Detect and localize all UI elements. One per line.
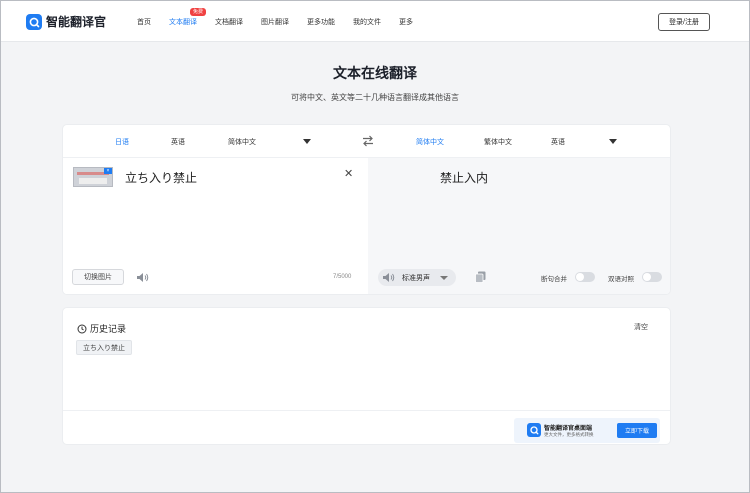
nav-text-translate[interactable]: 文本翻译 免费 [169, 8, 207, 27]
top-header: 智能翻译官 首页 文本翻译 免费 文档翻译 图片翻译 更多功能 我的文件 更多 … [1, 1, 749, 42]
source-lang-dropdown-icon[interactable] [303, 139, 311, 144]
promo-subtitle: 更大文件，更多格式转换 [544, 432, 594, 437]
target-lang-traditional-chinese[interactable]: 繁体中文 [484, 137, 512, 147]
clear-input-icon[interactable]: ✕ [344, 169, 353, 180]
thumbnail-close-icon[interactable]: × [104, 168, 112, 174]
target-lang-simplified-chinese[interactable]: 简体中文 [416, 137, 444, 147]
nav-more-features[interactable]: 更多功能 [307, 17, 335, 27]
nav-my-files[interactable]: 我的文件 [353, 17, 381, 27]
source-lang-simplified-chinese[interactable]: 简体中文 [228, 137, 256, 147]
nav-home[interactable]: 首页 [137, 17, 151, 27]
nav-more[interactable]: 更多 [399, 17, 413, 27]
desktop-app-promo: 智能翻译官桌面端 更大文件，更多格式转换 立即下载 [514, 418, 660, 443]
nav-image-translate[interactable]: 图片翻译 [261, 17, 289, 27]
page-subtitle: 可将中文、英文等二十几种语言翻译成其他语言 [291, 93, 459, 102]
download-now-button[interactable]: 立即下载 [617, 423, 657, 438]
character-count: 7/5000 [333, 274, 352, 280]
target-lang-english[interactable]: 英语 [551, 137, 565, 147]
source-lang-japanese[interactable]: 日语 [115, 137, 129, 147]
free-badge: 免费 [190, 8, 207, 16]
source-speaker-icon[interactable] [136, 272, 149, 283]
desktop-app-icon [527, 423, 541, 437]
logo-icon [26, 13, 42, 30]
target-speaker-icon[interactable] [382, 272, 395, 283]
source-lang-english[interactable]: 英语 [171, 137, 185, 147]
nav-text-translate-label: 文本翻译 [169, 19, 197, 26]
bilingual-toggle[interactable] [642, 272, 662, 282]
page-title: 文本在线翻译 [333, 65, 417, 81]
language-bar: 日语 英语 简体中文 简体中文 繁体中文 英语 [63, 125, 670, 158]
sentence-merge-toggle[interactable] [575, 272, 595, 282]
nav-doc-translate[interactable]: 文档翻译 [215, 17, 243, 27]
history-clock-icon [77, 324, 87, 333]
swap-languages-icon[interactable] [361, 135, 375, 147]
source-image-thumbnail[interactable]: × [73, 167, 113, 187]
source-pane: × 立ち入り禁止 ✕ 切换图片 7/5000 [63, 158, 368, 294]
target-pane: 禁止入内 标准男声 断句合并 双语对照 [368, 158, 670, 294]
sentence-merge-label: 断句合并 [541, 276, 567, 283]
voice-selector[interactable]: 标准男声 [378, 269, 456, 286]
voice-dropdown-icon [440, 276, 448, 280]
voice-label: 标准男声 [402, 275, 430, 282]
target-lang-dropdown-icon[interactable] [609, 139, 617, 144]
main-nav: 首页 文本翻译 免费 文档翻译 图片翻译 更多功能 我的文件 更多 [137, 8, 431, 27]
history-card: 历史记录 清空 立ち入り禁止 智能翻译官桌面端 更大文件，更多格式转换 立即下载 [62, 307, 671, 445]
brand-logo[interactable]: 智能翻译官 [26, 13, 106, 30]
history-item[interactable]: 立ち入り禁止 [76, 340, 132, 355]
source-text[interactable]: 立ち入り禁止 [125, 169, 197, 186]
translator-card: 日语 英语 简体中文 简体中文 繁体中文 英语 × 立ち入り禁止 ✕ 切换图片 … [62, 124, 671, 295]
promo-title: 智能翻译官桌面端 [544, 426, 593, 432]
clear-history-button[interactable]: 清空 [634, 322, 648, 332]
bilingual-label: 双语对照 [608, 276, 634, 283]
history-title: 历史记录 [90, 324, 127, 334]
login-register-button[interactable]: 登录/注册 [658, 13, 710, 31]
switch-image-button[interactable]: 切换图片 [72, 269, 124, 285]
history-header: 历史记录 [77, 322, 126, 335]
brand-name: 智能翻译官 [46, 15, 107, 29]
translated-text: 禁止入内 [440, 171, 489, 185]
history-footer: 智能翻译官桌面端 更大文件，更多格式转换 立即下载 [63, 410, 670, 444]
copy-icon[interactable] [475, 271, 486, 283]
